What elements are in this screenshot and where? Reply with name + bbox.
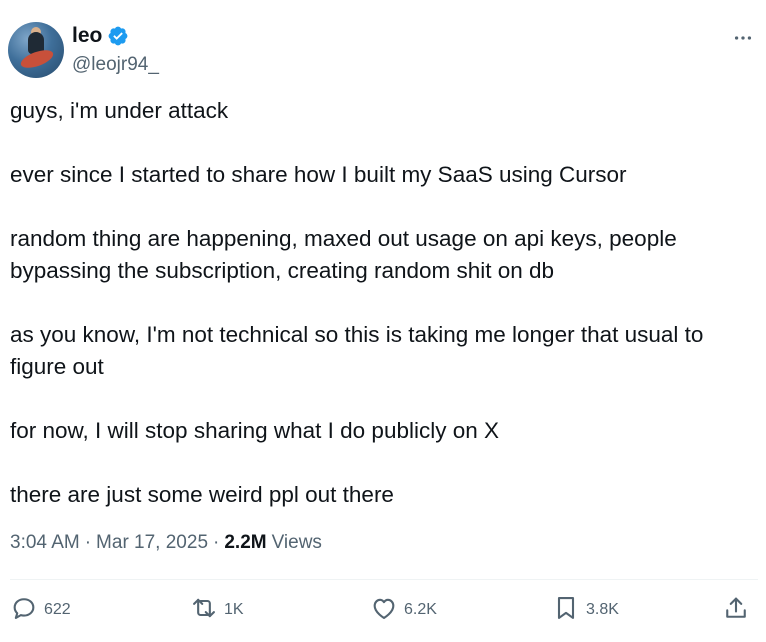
tweet-paragraph: ever since I started to share how I buil…	[10, 162, 627, 187]
author-name-row[interactable]: leo	[72, 24, 129, 48]
share-button[interactable]	[722, 592, 750, 628]
tweet-paragraph: for now, I will stop sharing what I do p…	[10, 418, 500, 443]
reply-button[interactable]: 622	[10, 592, 71, 628]
more-icon[interactable]	[728, 26, 758, 50]
repost-count: 1K	[224, 601, 244, 618]
views-label: Views	[271, 532, 322, 553]
tweet-paragraph: as you know, I'm not technical so this i…	[10, 322, 704, 379]
like-button[interactable]: 6.2K	[370, 592, 437, 628]
tweet-time[interactable]: 3:04 AM	[10, 532, 80, 554]
bookmark-button[interactable]: 3.8K	[552, 592, 619, 628]
tweet-paragraph: random thing are happening, maxed out us…	[10, 226, 677, 283]
tweet-text: guys, i'm under attack ever since I star…	[10, 95, 745, 511]
author-handle[interactable]: @leojr94_	[72, 54, 159, 76]
repost-icon	[190, 594, 218, 627]
divider	[10, 579, 758, 580]
author-display-name[interactable]: leo	[72, 24, 102, 48]
reply-count: 622	[44, 601, 71, 618]
like-count: 6.2K	[404, 601, 437, 618]
meta-separator: ·	[213, 532, 220, 553]
verified-badge-icon	[107, 25, 129, 47]
tweet-date[interactable]: Mar 17, 2025	[96, 532, 208, 554]
repost-button[interactable]: 1K	[190, 592, 244, 628]
bookmark-count: 3.8K	[586, 601, 619, 618]
tweet-meta: 3:04 AM · Mar 17, 2025 · 2.2M Views	[10, 532, 322, 554]
bookmark-icon	[552, 594, 580, 627]
tweet-paragraph: guys, i'm under attack	[10, 98, 229, 123]
share-icon	[722, 594, 750, 627]
avatar[interactable]	[8, 22, 64, 78]
tweet-header: leo @leojr94_	[8, 22, 758, 82]
reply-icon	[10, 594, 38, 627]
heart-icon	[370, 594, 398, 627]
action-bar: 622 1K 6.2K 3.8K	[10, 592, 755, 632]
views-count: 2.2M	[224, 532, 267, 553]
tweet-paragraph: there are just some weird ppl out there	[10, 482, 394, 507]
meta-separator: ·	[84, 532, 92, 553]
